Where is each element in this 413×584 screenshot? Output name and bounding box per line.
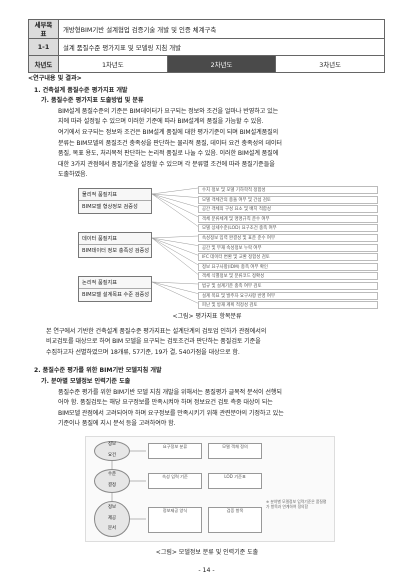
year-2-active: 2차년도 [166,55,277,73]
list-item: 공간 및 부재 속성정보 누락 여부 [198,243,378,252]
box-object-definition: 모델 객체 정의 [208,442,262,459]
list-item: 모델 객체간의 충돌 여부 및 간섭 검토 [198,195,378,204]
list-item: 모델 상세수준(LOD) 요구조건 충족 여부 [198,224,378,233]
category-data: 데이터 품질지표 BIM데이터 정보 충족성 검증성 [78,231,152,258]
list-item: 피난 및 방재 계획 적정성 검토 [198,301,378,310]
category-physical: 물리적 품질지표 BIM모델 형상정보 검증성 [78,187,152,214]
year-1: 1차년도 [58,55,168,73]
list-item: 설계 목표 및 발주자 요구사항 반영 여부 [198,291,378,300]
diagram-note: ※ 분야별 모델정보 입력기준은 품질평가 항목과 연계하여 정의함 [266,498,327,509]
header-table: 세부목표 개방형BIM기반 설계협업 검증기술 개발 및 인증 체계구축 1-1… [28,19,385,73]
category-logical: 논리적 품질지표 BIM모델 설계목표 수준 검증성 [78,275,152,302]
box-attribute-standard: 속성 입력 기준 [148,472,202,489]
items-group-1: 수치 정보 및 모델 기하학적 정합성 모델 객체간의 충돌 여부 및 간섭 검… [198,185,378,234]
item-label: 1-1 [28,38,59,56]
s2-title: 2. 품질수준 평가를 위한 BIM기반 모델지침 개발 [34,367,162,375]
s1-paragraph-2: 본 연구에서 기반한 건축설계 품질수준 평가지표는 설계단계의 검토업 인하가… [46,327,267,356]
list-item: IFC 데이터 변환 및 교환 정합성 검토 [198,253,378,262]
list-item: 객체 식별정보 및 분류코드 정확성 [198,272,378,281]
oval-requirement: 정보 요건 [94,440,130,461]
s2-paragraph: 품질수준 평가를 위한 BIM기반 모델 지침 개발을 위해서는 품질평가 글목… [58,388,284,428]
page-number: - 14 - [198,567,215,574]
s1-subtitle: 가. 품질수준 평가지표 도출방법 및 분류 [41,97,144,105]
document-body: <연구내용 및 결과> 1. 건축설계 품질수준 평가지표 개발 가. 품질수준… [28,74,386,562]
list-item: 객체 분류체계 및 명명규칙 준수 여부 [198,214,378,223]
list-item: 수치 정보 및 모델 기하학적 정합성 [198,185,378,194]
box-lod-table: LOD 기준표 [208,472,262,489]
items-group-2: 속성정보 입력 완결성 및 표준 준수 여부 공간 및 부재 속성정보 누락 여… [198,233,378,282]
figure-caption-1: <그림> 평가지표 항목분류 [172,312,242,320]
s1-paragraph: BIM설계 품질수준의 기준은 BIM데이터가 요구되는 정보와 조건을 얼마나… [58,107,282,179]
task-value: 개방형BIM기반 설계협업 검증기술 개발 및 인증 체계구축 [58,19,385,39]
indicator-diagram: 물리적 품질지표 BIM모델 형상정보 검증성 데이터 품질지표 BIM데이터 … [78,185,378,310]
oval-level: 수준 결정 [94,468,130,493]
list-item: 공간 객체의 구성 요소 및 배치 적합성 [198,205,378,214]
box-info-form: 정보제공 양식 [148,506,202,533]
items-group-3: 법규 및 설계기준 충족 여부 검토 설계 목표 및 발주자 요구사항 반영 여… [198,281,378,311]
box-check-items: 검증 항목 [208,506,262,533]
item-value: 설계 품질수준 평가지표 및 모델링 지침 개발 [58,38,385,56]
figure-caption-2: <그림> 모델정보 분류 및 인력기준 도출 [155,548,259,556]
oval-document: 정보 제공 문서 [94,500,130,537]
s1-title: 1. 건축설계 품질수준 평가지표 개발 [34,86,128,94]
list-item: 속성정보 입력 완결성 및 표준 준수 여부 [198,233,378,242]
year-label: 차년도 [28,55,59,73]
task-label: 세부목표 [28,19,59,39]
section-title: <연구내용 및 결과> [28,75,82,82]
s2-subtitle: 가. 분야별 모델정보 인력기준 도출 [41,377,131,385]
box-requirement-class: 요구정보 분류 [148,442,202,459]
year-3: 3차년도 [275,55,385,73]
list-item: 정보 요구사항(IDM) 충족 여부 확인 [198,262,378,271]
list-item: 법규 및 설계기준 충족 여부 검토 [198,281,378,290]
model-info-diagram: 정보 요건 수준 결정 정보 제공 문서 요구정보 분류 모델 객체 정의 속성… [85,435,335,542]
